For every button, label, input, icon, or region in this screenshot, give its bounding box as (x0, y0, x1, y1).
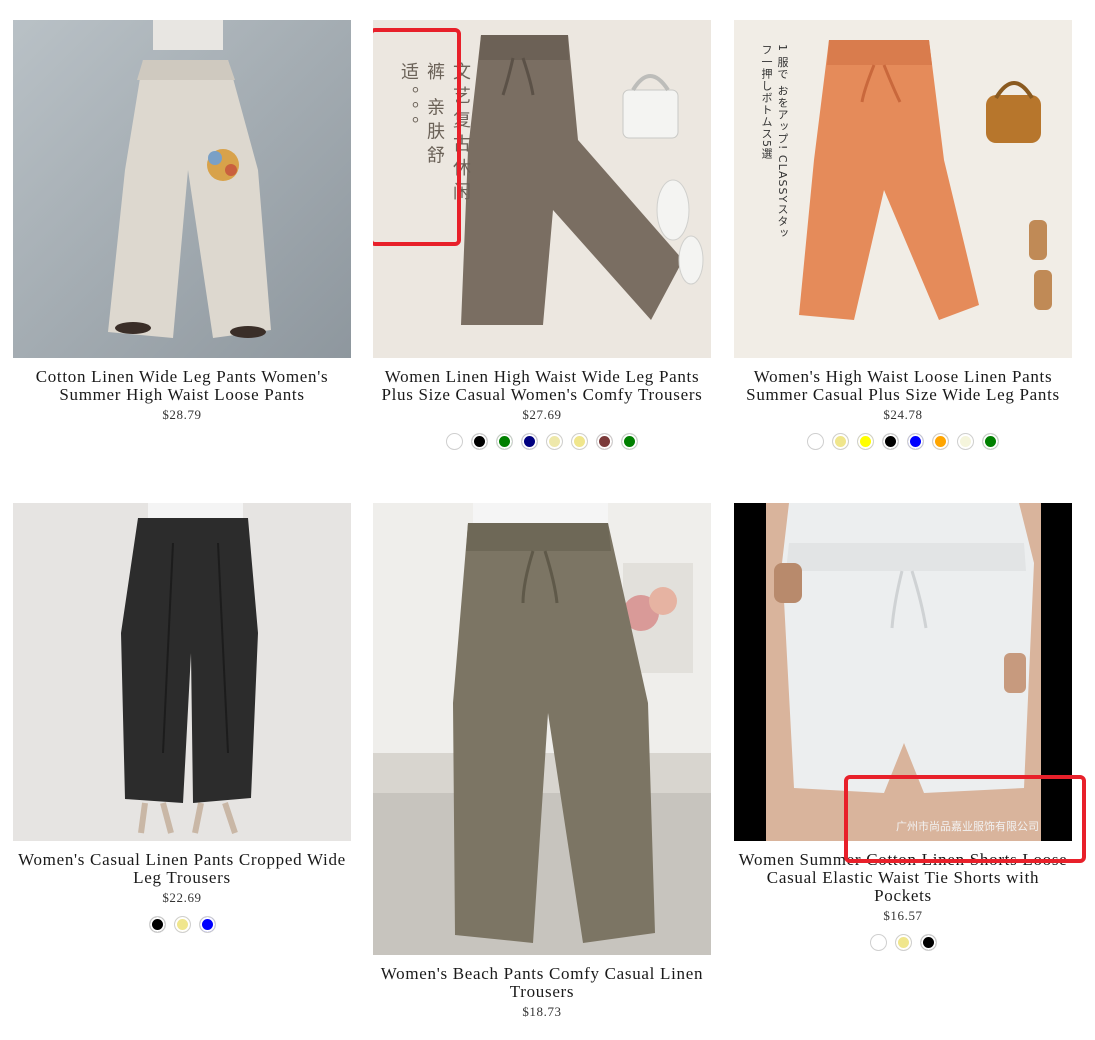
color-swatch[interactable] (807, 433, 824, 450)
product-price: $18.73 (522, 1004, 562, 1019)
product-card[interactable]: Women's Casual Linen Pants Cropped Wide … (13, 503, 351, 933)
product-price: $16.57 (883, 908, 923, 923)
color-swatch[interactable] (857, 433, 874, 450)
product-image[interactable] (13, 503, 351, 841)
product-image[interactable]: 1 服で おをアップ! CLASSYスタッフ一押しボトムス5選 (734, 20, 1072, 358)
black-cropped-pants-photo (13, 503, 351, 841)
product-title[interactable]: Women Linen High Waist Wide Leg Pants Pl… (373, 368, 711, 404)
color-swatch[interactable] (932, 433, 949, 450)
color-swatch[interactable] (173, 916, 191, 933)
color-swatch[interactable] (982, 433, 999, 450)
color-swatch[interactable] (198, 916, 216, 933)
product-image[interactable]: 广州市尚品嘉业服饰有限公司 (734, 503, 1086, 863)
color-swatch[interactable] (957, 433, 974, 450)
color-swatch[interactable] (907, 433, 924, 450)
product-price: $28.79 (162, 407, 202, 422)
red-highlight-box (844, 775, 1086, 863)
product-card[interactable]: Cotton Linen Wide Leg Pants Women's Summ… (13, 20, 351, 423)
product-card[interactable]: 文艺复古休闲裤 亲肤舒适。。。 Women Linen High Waist W… (373, 20, 711, 450)
color-swatch[interactable] (919, 934, 937, 951)
product-image[interactable] (13, 20, 351, 358)
color-swatches (734, 934, 1072, 951)
color-swatch[interactable] (446, 433, 463, 450)
color-swatch[interactable] (894, 934, 912, 951)
product-image[interactable] (373, 503, 711, 955)
product-card[interactable]: Women's Beach Pants Comfy Casual Linen T… (373, 503, 711, 1020)
product-title[interactable]: Women's High Waist Loose Linen Pants Sum… (734, 368, 1072, 404)
color-swatch[interactable] (882, 433, 899, 450)
product-card[interactable]: 1 服で おをアップ! CLASSYスタッフ一押しボトムス5選 Women's … (734, 20, 1072, 450)
product-image[interactable]: 文艺复古休闲裤 亲肤舒适。。。 (373, 20, 711, 358)
color-swatch[interactable] (832, 433, 849, 450)
color-swatch[interactable] (521, 433, 538, 450)
color-swatches (373, 433, 711, 450)
magazine-overlay-text: 1 服で おをアップ! CLASSYスタッフ一押しボトムス5選 (760, 44, 789, 240)
color-swatch[interactable] (148, 916, 166, 933)
color-swatch[interactable] (496, 433, 513, 450)
product-price: $22.69 (162, 890, 202, 905)
product-price: $27.69 (522, 407, 562, 422)
color-swatch[interactable] (869, 934, 887, 951)
product-title[interactable]: Women's Casual Linen Pants Cropped Wide … (13, 851, 351, 887)
beach-pants-photo (373, 503, 711, 955)
color-swatches (13, 916, 351, 933)
color-swatch[interactable] (471, 433, 488, 450)
product-title[interactable]: Women's Beach Pants Comfy Casual Linen T… (373, 965, 711, 1001)
product-price: $24.78 (883, 407, 923, 422)
color-swatch[interactable] (546, 433, 563, 450)
color-swatch[interactable] (621, 433, 638, 450)
color-swatches (734, 433, 1072, 450)
color-swatch[interactable] (571, 433, 588, 450)
color-swatch[interactable] (596, 433, 613, 450)
product-title[interactable]: Cotton Linen Wide Leg Pants Women's Summ… (13, 368, 351, 404)
product-card[interactable]: 广州市尚品嘉业服饰有限公司 Women Summer Cotton Linen … (734, 503, 1086, 951)
linen-wide-leg-pants-photo (13, 20, 351, 358)
red-highlight-box (373, 28, 461, 246)
